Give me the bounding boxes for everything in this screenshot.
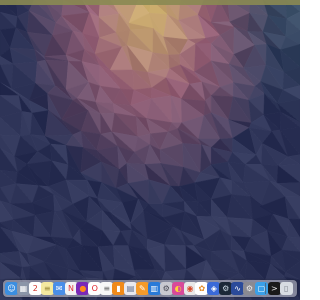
terminal-icon[interactable]: > bbox=[267, 282, 281, 295]
notes-icon[interactable]: ≡ bbox=[40, 282, 54, 295]
utility-icon[interactable]: ⚙ bbox=[159, 282, 173, 295]
pages-icon[interactable]: ✎ bbox=[135, 282, 149, 295]
mail-icon[interactable]: ✉ bbox=[52, 282, 66, 295]
dock: ☺ ▦ 2 ≡ ✉ N ● O ≡ ▮ ▤ ✎ ▥ ⚙ ◐ ◉ ✿ ◈ ⚙ ∿ ⚙ ▢ > ▯ bbox=[3, 280, 297, 297]
desktop bbox=[0, 0, 300, 300]
dock-separator bbox=[265, 283, 267, 294]
menu-bar[interactable] bbox=[0, 0, 300, 5]
colorsync-icon[interactable]: ◐ bbox=[171, 282, 185, 295]
keynote-icon[interactable]: ▥ bbox=[147, 282, 161, 295]
launchpad-icon[interactable]: ▦ bbox=[16, 282, 30, 295]
trash-icon[interactable]: ▯ bbox=[279, 282, 293, 295]
desktop-wallpaper bbox=[0, 0, 300, 300]
calendar-icon[interactable]: 2 bbox=[28, 282, 42, 295]
